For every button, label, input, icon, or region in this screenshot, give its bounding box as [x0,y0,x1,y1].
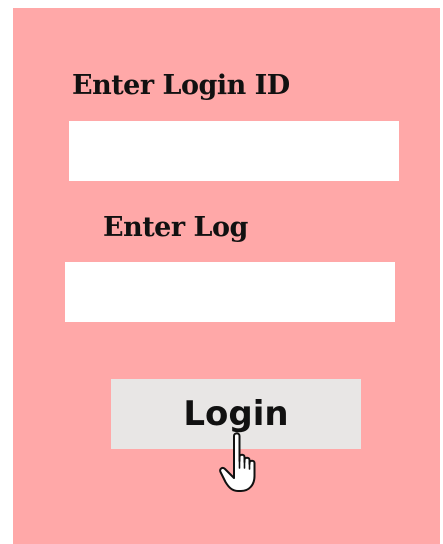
login-id-input[interactable] [69,121,399,181]
login-id-label: Enter Login ID [72,70,290,101]
password-input[interactable] [65,262,395,322]
login-screen: Enter Login ID Enter Log Login [0,0,443,544]
login-panel: Enter Login ID Enter Log Login [13,8,440,544]
hand-pointer-icon [219,432,256,492]
password-label: Enter Log [103,212,248,243]
